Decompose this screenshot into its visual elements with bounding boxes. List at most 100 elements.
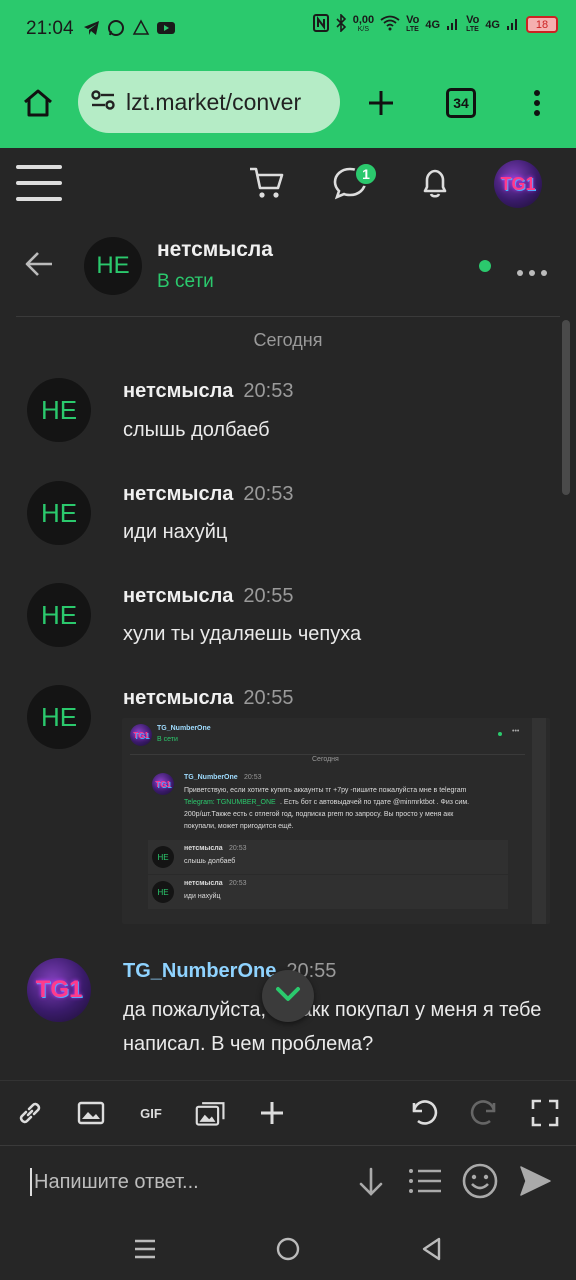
back-button-icon[interactable] bbox=[420, 1237, 444, 1266]
status-time: 21:04 bbox=[26, 18, 74, 39]
youtube-icon bbox=[156, 18, 176, 43]
message-time: 20:53 bbox=[243, 483, 294, 505]
system-nav-bar bbox=[0, 1217, 576, 1280]
conversation-status: В сети bbox=[157, 271, 214, 292]
message-avatar[interactable]: TG1 bbox=[27, 958, 91, 1022]
back-arrow-icon[interactable] bbox=[24, 250, 54, 283]
user-avatar[interactable]: TG1 bbox=[494, 160, 542, 208]
message-text: иди нахуйц bbox=[123, 521, 228, 543]
shot-msg3-time: 20:53 bbox=[229, 880, 247, 887]
site-header: TG1 bbox=[0, 148, 576, 220]
signal-icon-2 bbox=[506, 15, 520, 34]
volte-1-bottom: LTE bbox=[406, 25, 419, 33]
volte-1: Vo LTE bbox=[406, 14, 419, 34]
tab-switcher-button[interactable]: 34 bbox=[446, 88, 476, 118]
shot-msg1-author: TG_NumberOne bbox=[184, 774, 238, 781]
send-icon[interactable] bbox=[518, 1164, 552, 1203]
volte-2-top: Vo bbox=[466, 13, 480, 26]
user-avatar-text: TG1 bbox=[500, 173, 536, 194]
message-author-line: нетсмысла 20:53 bbox=[123, 483, 293, 506]
shot-msg1-line4: покупали, может пригодится ещё. bbox=[184, 823, 294, 830]
nfc-icon bbox=[312, 14, 329, 35]
gif-button[interactable]: GIF bbox=[135, 1097, 167, 1129]
fullscreen-icon[interactable] bbox=[529, 1097, 561, 1129]
shot-msg-avatar-tg-text: TG1 bbox=[155, 779, 171, 789]
message-author[interactable]: TG_NumberOne bbox=[123, 960, 276, 982]
home-icon[interactable] bbox=[22, 88, 54, 123]
tab-count: 34 bbox=[453, 95, 469, 111]
undo-icon[interactable] bbox=[408, 1097, 440, 1129]
message-avatar[interactable]: НЕ bbox=[27, 378, 91, 442]
shot-msg2-text: слышь долбаеб bbox=[184, 858, 236, 865]
address-bar[interactable]: lzt.market/conver bbox=[78, 71, 340, 133]
list-icon[interactable] bbox=[408, 1166, 442, 1201]
battery-icon: 18 bbox=[526, 16, 558, 33]
shot-msg1-link: Telegram: TGNUMBER_ONE bbox=[184, 799, 276, 806]
shot-msg-avatar-tg: TG1 bbox=[152, 773, 174, 795]
shot-msg1-time: 20:53 bbox=[244, 774, 262, 781]
shot-msg3-text: иди нахуйц bbox=[184, 893, 221, 900]
shot-more-icon: ••• bbox=[512, 728, 520, 735]
messages-badge-count: 1 bbox=[362, 166, 370, 182]
shot-avatar-tg: TG1 bbox=[130, 724, 152, 746]
plus-icon[interactable] bbox=[256, 1097, 288, 1129]
message-avatar-text: TG1 bbox=[35, 976, 83, 1003]
shot-msg2-avatar-text: НЕ bbox=[157, 852, 169, 862]
browser-toolbar: lzt.market/conver 34 bbox=[0, 58, 576, 148]
speed-value: 0,00 bbox=[352, 13, 375, 26]
editor-toolbar: GIF bbox=[0, 1080, 576, 1144]
wifi-icon bbox=[380, 15, 400, 34]
message-author[interactable]: нетсмысла bbox=[123, 585, 233, 607]
telegram-icon bbox=[82, 18, 102, 43]
message-author[interactable]: нетсмысла bbox=[123, 483, 233, 505]
shot-msg1-line2: . Есть бот с автовыдачей по тдате @minmr… bbox=[280, 799, 470, 806]
scroll-to-bottom-button[interactable] bbox=[262, 970, 314, 1022]
date-separator: Сегодня bbox=[253, 330, 323, 350]
media-gallery-icon[interactable] bbox=[195, 1097, 227, 1129]
message-author[interactable]: нетсмысла bbox=[123, 687, 233, 709]
message-author[interactable]: нетсмысла bbox=[123, 380, 233, 402]
battery-level: 18 bbox=[535, 18, 549, 31]
hamburger-menu-icon[interactable] bbox=[16, 164, 62, 207]
emoji-icon[interactable] bbox=[461, 1162, 499, 1205]
attached-screenshot[interactable]: TG1 TG_NumberOne В сети ••• Сегодня TG1 … bbox=[122, 718, 550, 924]
shot-msg1-line1: Приветствую, если хотите купить аккаунты… bbox=[184, 787, 467, 794]
arrow-down-icon[interactable] bbox=[356, 1166, 386, 1203]
conversation-avatar[interactable]: НЕ bbox=[84, 237, 142, 295]
redo-icon[interactable] bbox=[468, 1097, 500, 1129]
browser-menu-icon[interactable] bbox=[530, 88, 544, 123]
link-icon[interactable] bbox=[14, 1097, 46, 1129]
message-avatar[interactable]: НЕ bbox=[27, 481, 91, 545]
image-icon[interactable] bbox=[75, 1097, 107, 1129]
shot-online-dot bbox=[498, 732, 502, 736]
shot-divider bbox=[130, 754, 525, 755]
message-text: хули ты удаляешь чепуха bbox=[123, 623, 362, 645]
message-avatar-text: НЕ bbox=[40, 497, 78, 528]
whatsapp-icon bbox=[106, 18, 126, 43]
new-tab-icon[interactable] bbox=[366, 88, 396, 123]
url-text: lzt.market/conver bbox=[126, 88, 302, 115]
status-indicators: 0,00 K/S Vo LTE 4G Vo LTE 4G 18 bbox=[312, 13, 558, 35]
message-time: 20:55 bbox=[243, 585, 294, 607]
recent-apps-icon[interactable] bbox=[133, 1237, 157, 1266]
conversation-name[interactable]: нетсмысла bbox=[157, 238, 273, 262]
app-root: 21:04 0,00 K/S Vo LTE 4G Vo LTE 4G 18 lz… bbox=[0, 0, 576, 1280]
message-avatar[interactable]: НЕ bbox=[27, 583, 91, 647]
network-4g-1: 4G bbox=[425, 18, 441, 31]
home-button-icon[interactable] bbox=[276, 1237, 300, 1266]
message-avatar-text: НЕ bbox=[40, 701, 78, 732]
site-settings-icon[interactable] bbox=[90, 89, 116, 116]
more-options-icon[interactable] bbox=[516, 264, 548, 282]
header-divider bbox=[16, 316, 560, 317]
cart-icon[interactable] bbox=[248, 166, 286, 205]
shot-msg3-avatar-text: НЕ bbox=[157, 887, 169, 897]
reply-input[interactable] bbox=[30, 1168, 330, 1196]
message-avatar-text: НЕ bbox=[40, 394, 78, 425]
conversation-avatar-text: НЕ bbox=[96, 252, 130, 279]
message-avatar[interactable]: НЕ bbox=[27, 685, 91, 749]
messages-badge: 1 bbox=[354, 162, 378, 186]
speed-unit: K/S bbox=[357, 25, 370, 33]
bell-icon[interactable] bbox=[418, 166, 452, 205]
shot-avatar-tg-text: TG1 bbox=[133, 730, 149, 740]
online-indicator bbox=[479, 260, 491, 272]
